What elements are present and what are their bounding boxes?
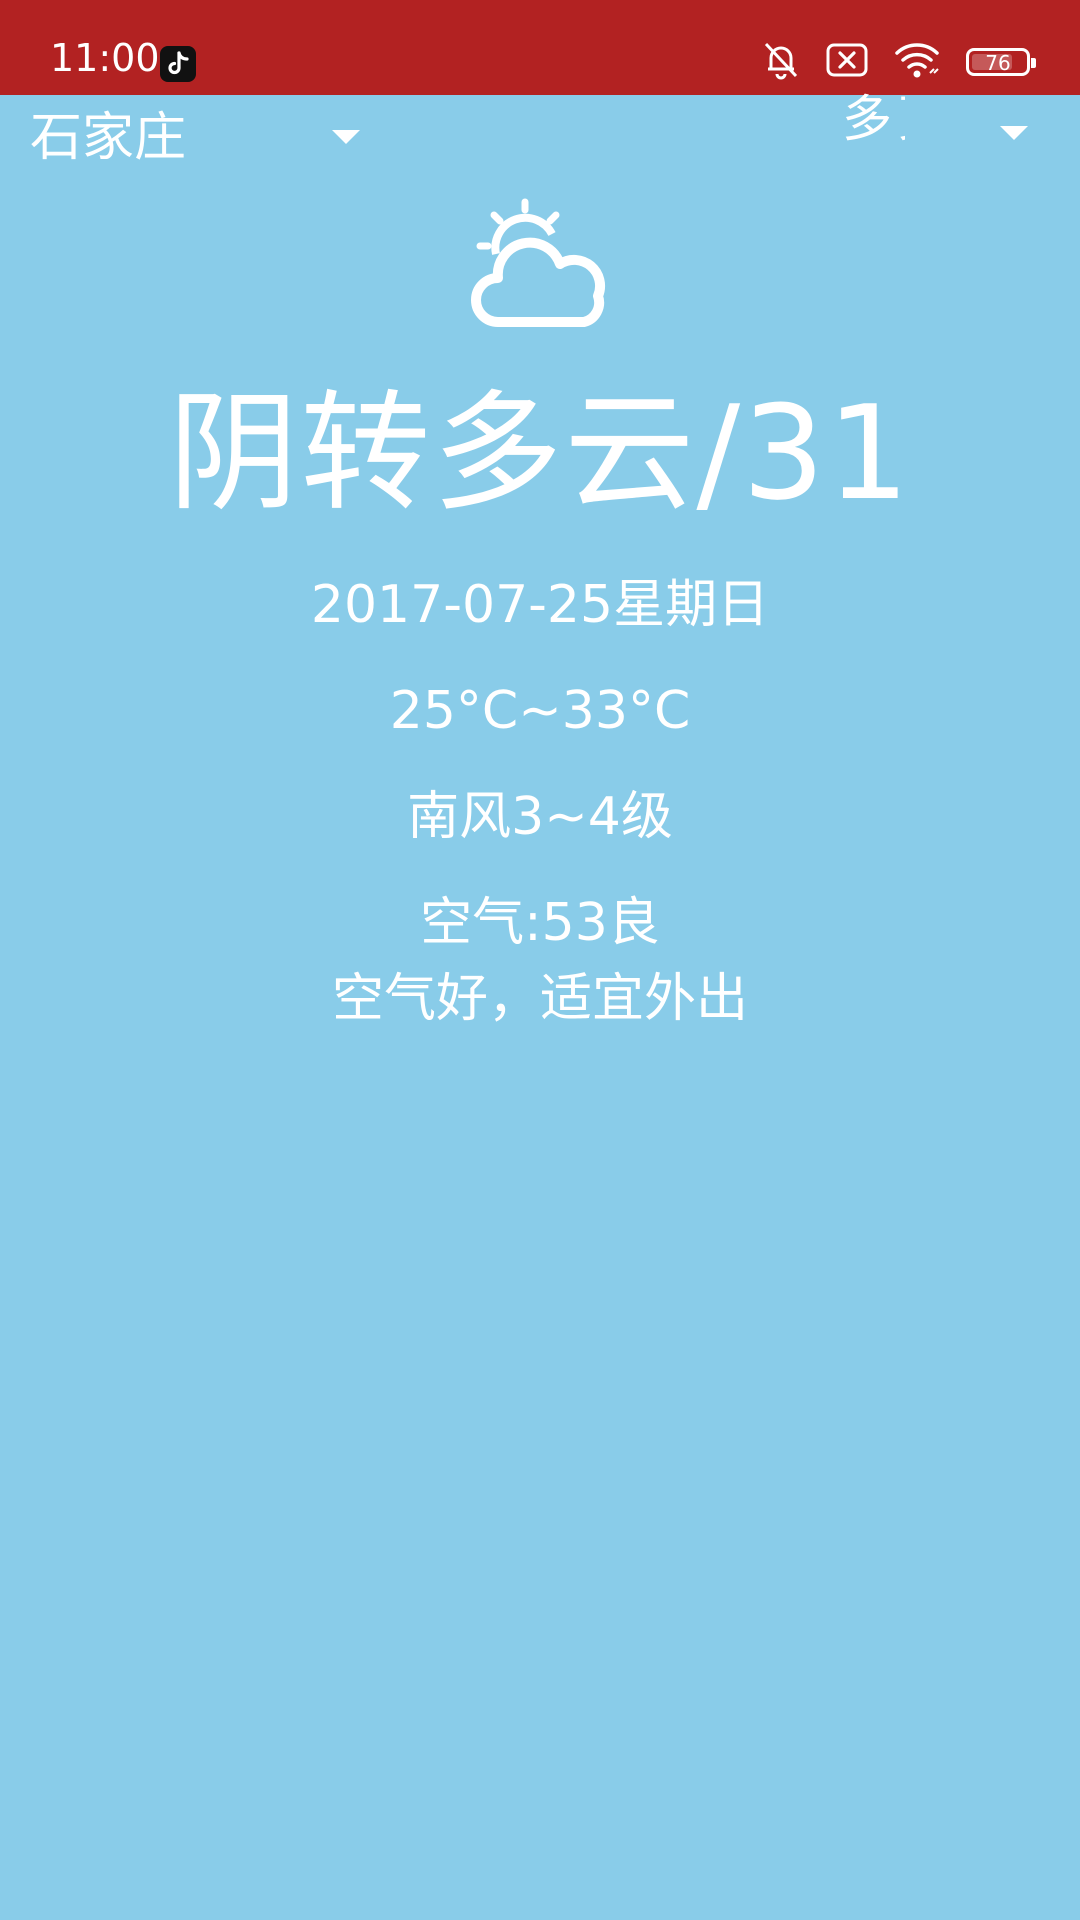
partly-cloudy-icon bbox=[468, 196, 618, 340]
weather-title: 阴转多云/31 bbox=[168, 377, 912, 529]
status-time: 11:00 bbox=[50, 36, 160, 80]
weather-date: 2017-07-25星期日 bbox=[310, 575, 770, 635]
wind-info: 南风3~4级 bbox=[407, 787, 673, 847]
city-label: 石家庄 bbox=[30, 108, 187, 168]
air-advice: 空气好，适宜外出 bbox=[331, 969, 748, 1029]
wifi-icon bbox=[894, 41, 940, 83]
temperature-range: 25°C~33°C bbox=[389, 681, 691, 741]
tiktok-icon bbox=[160, 46, 196, 82]
sim-error-icon bbox=[826, 43, 868, 81]
bell-muted-icon bbox=[762, 40, 800, 84]
chevron-down-icon bbox=[332, 130, 360, 144]
more-spinner[interactable]: 更多 bbox=[830, 92, 1060, 172]
status-icons: 76 bbox=[762, 40, 1036, 84]
air-quality: 空气:53良 bbox=[420, 893, 660, 953]
more-label: 更多 bbox=[835, 92, 905, 142]
battery-percent: 76 bbox=[985, 51, 1011, 75]
battery-icon: 76 bbox=[966, 48, 1036, 76]
battery-tip bbox=[1031, 58, 1036, 68]
chevron-down-icon bbox=[1000, 126, 1028, 140]
more-label-clip: 更多 bbox=[835, 92, 905, 170]
status-bar: 11:00 76 bbox=[0, 0, 1080, 95]
city-spinner[interactable]: 石家庄 bbox=[30, 100, 370, 180]
